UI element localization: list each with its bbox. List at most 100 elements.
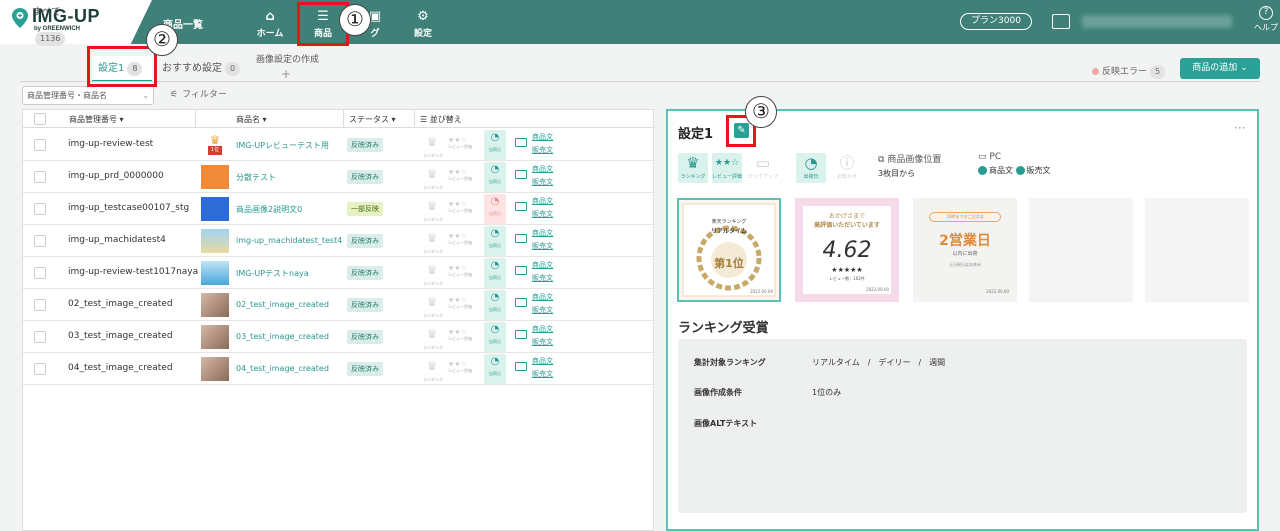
image-card-ranking[interactable]: 楽天ランキング リアルタイム 第1位 2022.00.00 [677, 198, 781, 302]
store-name-blurred [1082, 15, 1232, 28]
description-links[interactable]: 商品文 販売文 [532, 355, 553, 381]
row-checkbox[interactable] [34, 267, 46, 279]
product-thumbnail [201, 197, 229, 221]
row-checkbox[interactable] [34, 171, 46, 183]
product-name-link[interactable]: 02_test_image_created [236, 300, 329, 309]
calendar-icon: ◔ 出荷日 [484, 258, 506, 288]
crown-icon: ♛ [686, 154, 700, 172]
shop-icon[interactable] [1052, 14, 1070, 29]
gear-icon: ⚙ [417, 9, 429, 24]
table-row[interactable]: 02_test_image_created 02_test_image_creat… [23, 289, 655, 321]
tab-recommended[interactable]: おすすめ設定 0 [156, 56, 246, 82]
product-name-link[interactable]: 03_test_image_created [236, 332, 329, 341]
row-checkbox[interactable] [34, 331, 46, 343]
table-row[interactable]: 03_test_image_created 03_test_image_creat… [23, 321, 655, 353]
add-product-button[interactable]: 商品の追加 ⌄ [1180, 58, 1260, 79]
reflect-error[interactable]: 反映エラー 5 [1092, 64, 1166, 79]
tab-divider [20, 81, 1260, 82]
feature-holiday[interactable]: ◔ 出荷日 [796, 153, 826, 183]
monitor-icon [515, 234, 527, 243]
stars-icon: ★★☆ レビュー評価 [448, 136, 472, 149]
crown-icon: ♛ ランキング [423, 327, 443, 350]
chevron-down-icon: ⌄ [142, 91, 149, 100]
product-name-link[interactable]: 商品画像2説明文0 [236, 204, 302, 215]
callout-1: ① [339, 4, 371, 36]
status-badge: 反映済み [347, 298, 383, 312]
image-card-shipping[interactable]: 16時までのご注文は 2営業日 以内に出荷 土日祝日はお休み 2022.00.0… [913, 198, 1017, 302]
product-code: 02_test_image_created [68, 299, 173, 309]
row-checkbox[interactable] [34, 363, 46, 375]
table-row[interactable]: img-up_testcase00107_stg 商品画像2説明文0 一部反映 ♛ ラン… [23, 193, 655, 225]
calendar-icon: ◔ 出荷日 [484, 194, 506, 224]
monitor-icon [515, 266, 527, 275]
table-row[interactable]: 04_test_image_created 04_test_image_creat… [23, 353, 655, 385]
crown-icon: ♛ ランキング [423, 231, 443, 254]
filter-icon: ⚟ [170, 90, 179, 100]
monitor-icon [515, 330, 527, 339]
ranking-info: 集計対象ランキング リアルタイム / デイリー / 週間 画像作成条件 1位のみ… [678, 339, 1247, 513]
check-icon [978, 166, 987, 175]
product-code: img-up-review-test1017naya [68, 267, 199, 277]
select-all-checkbox[interactable] [34, 113, 46, 125]
feature-review[interactable]: ★★☆ レビュー評価 [712, 153, 742, 183]
nav-home[interactable]: ⌂ ホーム [252, 0, 288, 44]
image-card-review[interactable]: おかげさまで 高評価いただいています 4.62 ★★★★★ レビュー数：102件… [795, 198, 899, 302]
nav-settings[interactable]: ⚙ 設定 [408, 0, 438, 44]
monitor-icon [515, 202, 527, 211]
info-label: 画像作成条件 [694, 388, 742, 397]
product-thumbnail: ♛ 1位 [201, 133, 229, 157]
description-links[interactable]: 商品文 販売文 [532, 323, 553, 349]
row-checkbox[interactable] [34, 299, 46, 311]
feature-pickup[interactable]: ▭ ピックアップ [748, 153, 778, 183]
table-row[interactable]: img-up_machidatest4 img-up_machidatest_te… [23, 225, 655, 257]
header-name[interactable]: 商品名 ▾ [236, 114, 267, 125]
product-name-link[interactable]: 04_test_image_created [236, 364, 329, 373]
crown-icon: ♛ ランキング [423, 295, 443, 318]
product-name-link[interactable]: img-up_machidatest_test4 [236, 236, 342, 245]
calendar-icon: ◔ [804, 154, 818, 172]
row-checkbox[interactable] [34, 139, 46, 151]
section-title: ランキング受賞 [678, 321, 769, 336]
search-select[interactable]: 商品管理番号・商品名 ⌄ [22, 86, 154, 105]
row-checkbox[interactable] [34, 203, 46, 215]
status-badge: 一部反映 [347, 202, 383, 216]
product-thumbnail [201, 229, 229, 253]
description-links[interactable]: 商品文 販売文 [532, 227, 553, 253]
header-status[interactable]: ステータス ▾ [349, 114, 396, 125]
table-row[interactable]: img-up-review-test ♛ 1位 IMG-UPレビューテスト用 反映済み ♛… [23, 129, 655, 161]
product-code: 04_test_image_created [68, 363, 173, 373]
product-name-link[interactable]: 分散テスト [236, 172, 276, 183]
header-sort[interactable]: ☰ 並び替え [420, 114, 462, 125]
description-links[interactable]: 商品文 販売文 [532, 195, 553, 221]
image-card-empty[interactable] [1145, 198, 1249, 302]
help-button[interactable]: ? ヘルプ [1254, 6, 1278, 33]
status-badge: 反映済み [347, 266, 383, 280]
product-code: img-up_testcase00107_stg [68, 203, 190, 213]
chevron-down-icon: ⌄ [1240, 63, 1248, 73]
calendar-icon: ◔ 出荷日 [484, 162, 506, 192]
plan-badge[interactable]: プラン3000 [960, 13, 1032, 30]
product-name-link[interactable]: IMG-UPテストnaya [236, 268, 309, 279]
feature-ranking[interactable]: ♛ ランキング [678, 153, 708, 183]
more-menu-icon[interactable]: ··· [1234, 121, 1245, 135]
product-name-link[interactable]: IMG-UPレビューテスト用 [236, 140, 329, 151]
error-dot-icon [1092, 68, 1099, 75]
header-code[interactable]: 商品管理番号 ▾ [69, 114, 124, 125]
description-links[interactable]: 商品文 販売文 [532, 131, 553, 157]
tab-add-icon[interactable]: + [281, 67, 291, 81]
check-icon [1015, 166, 1025, 175]
description-links[interactable]: 商品文 販売文 [532, 163, 553, 189]
table-row[interactable]: img-up-review-test1017naya IMG-UPテストnaya 反… [23, 257, 655, 289]
table-header: 商品管理番号 ▾ 商品名 ▾ ステータス ▾ ☰ 並び替え [23, 110, 655, 128]
row-checkbox[interactable] [34, 235, 46, 247]
image-card-empty[interactable] [1029, 198, 1133, 302]
status-badge: 反映済み [347, 362, 383, 376]
description-links[interactable]: 商品文 販売文 [532, 291, 553, 317]
description-links[interactable]: 商品文 販売文 [532, 259, 553, 285]
filter-button[interactable]: ⚟ フィルター [170, 86, 227, 105]
feature-notice[interactable]: ⓘ お知らせ [832, 153, 862, 183]
tab-all[interactable]: すべて1136 [26, 0, 92, 46]
table-row[interactable]: img-up_prd_0000000 分散テスト 反映済み ♛ ランキング ★★☆ レビュー… [23, 161, 655, 193]
image-position: ⧉ 商品画像位置 3枚目から [878, 155, 942, 178]
product-thumbnail [201, 165, 229, 189]
